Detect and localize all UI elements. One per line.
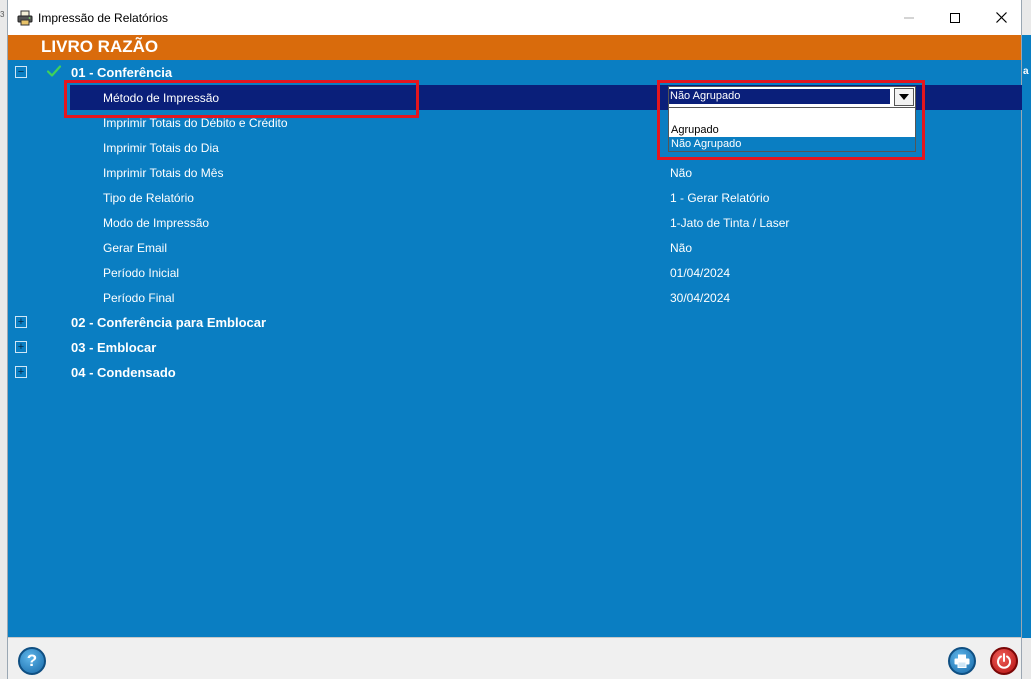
property-value: 1 - Gerar Relatório [670,191,770,205]
close-icon [995,12,1007,23]
close-button[interactable] [978,0,1024,35]
exit-button[interactable] [990,647,1018,675]
print-button[interactable] [948,647,976,675]
report-print-window: Impressão de Relatórios LIVRO RAZÃO − 01… [7,0,1022,679]
group-row-conferencia[interactable]: − 01 - Conferência [8,60,1021,85]
group-row-emblocar[interactable]: + 03 - Emblocar [8,335,1021,360]
property-value: 30/04/2024 [670,291,731,305]
dropdown-option-nao-agrupado[interactable]: Não Agrupado [669,137,915,151]
group-label: 02 - Conferência para Emblocar [71,315,267,330]
report-title: LIVRO RAZÃO [41,37,159,56]
printer-app-icon [17,10,33,26]
property-label: Imprimir Totais do Débito e Crédito [103,116,288,130]
property-row-modo-impressao[interactable]: Modo de Impressão 1-Jato de Tinta / Lase… [8,210,1021,235]
dropdown-option-agrupado[interactable]: Agrupado [669,123,915,137]
property-label: Período Final [103,291,175,305]
group-label: 04 - Condensado [71,365,176,380]
title-bar: Impressão de Relatórios [8,0,1021,35]
property-row-periodo-inicial[interactable]: Período Inicial 01/04/2024 [8,260,1021,285]
property-value: 01/04/2024 [670,266,731,280]
group-row-condensado[interactable]: + 04 - Condensado [8,360,1021,385]
help-button[interactable]: ? [18,647,46,675]
property-value: Não [670,241,693,255]
group-label: 01 - Conferência [71,65,173,80]
property-value: 1-Jato de Tinta / Laser [670,216,790,230]
group-label: 03 - Emblocar [71,340,157,355]
property-label: Tipo de Relatório [103,191,194,205]
chevron-down-icon [899,94,909,100]
minimize-button[interactable] [886,0,932,35]
background-char-left: 3 [0,10,5,19]
report-header: LIVRO RAZÃO [8,35,1021,60]
window-title: Impressão de Relatórios [38,11,169,25]
combo-selected-value: Não Agrupado [669,89,890,104]
maximize-button[interactable] [932,0,978,35]
power-icon [997,653,1011,669]
metodo-impressao-combo[interactable]: Não Agrupado [668,86,916,108]
property-label: Método de Impressão [103,91,220,105]
property-row-totais-mes[interactable]: Imprimir Totais do Mês Não [8,160,1021,185]
property-label: Imprimir Totais do Dia [103,141,219,155]
expand-icon[interactable]: + [15,366,27,378]
property-row-tipo-relatorio[interactable]: Tipo de Relatório 1 - Gerar Relatório [8,185,1021,210]
help-icon: ? [26,651,38,670]
collapse-icon[interactable]: − [15,66,27,78]
property-label: Gerar Email [103,241,168,255]
group-row-conferencia-emblocar[interactable]: + 02 - Conferência para Emblocar [8,310,1021,335]
expand-icon[interactable]: + [15,316,27,328]
minimize-icon [904,17,914,18]
background-char-right: a [1023,66,1029,77]
property-label: Período Inicial [103,266,180,280]
combo-dropdown-button[interactable] [894,88,914,106]
bottom-toolbar: ? [8,637,1021,679]
combo-dropdown-list: Agrupado Não Agrupado [668,108,916,152]
printer-icon [954,654,970,668]
expand-icon[interactable]: + [15,341,27,353]
property-row-periodo-final[interactable]: Período Final 30/04/2024 [8,285,1021,310]
check-icon [46,65,62,77]
background-window-right: a [1022,0,1031,679]
property-value: Não [670,166,693,180]
maximize-icon [950,12,960,23]
property-row-gerar-email[interactable]: Gerar Email Não [8,235,1021,260]
background-window-blue [1022,35,1031,638]
property-label: Modo de Impressão [103,216,210,230]
property-label: Imprimir Totais do Mês [103,166,224,180]
background-window-left: 3 [0,0,7,679]
